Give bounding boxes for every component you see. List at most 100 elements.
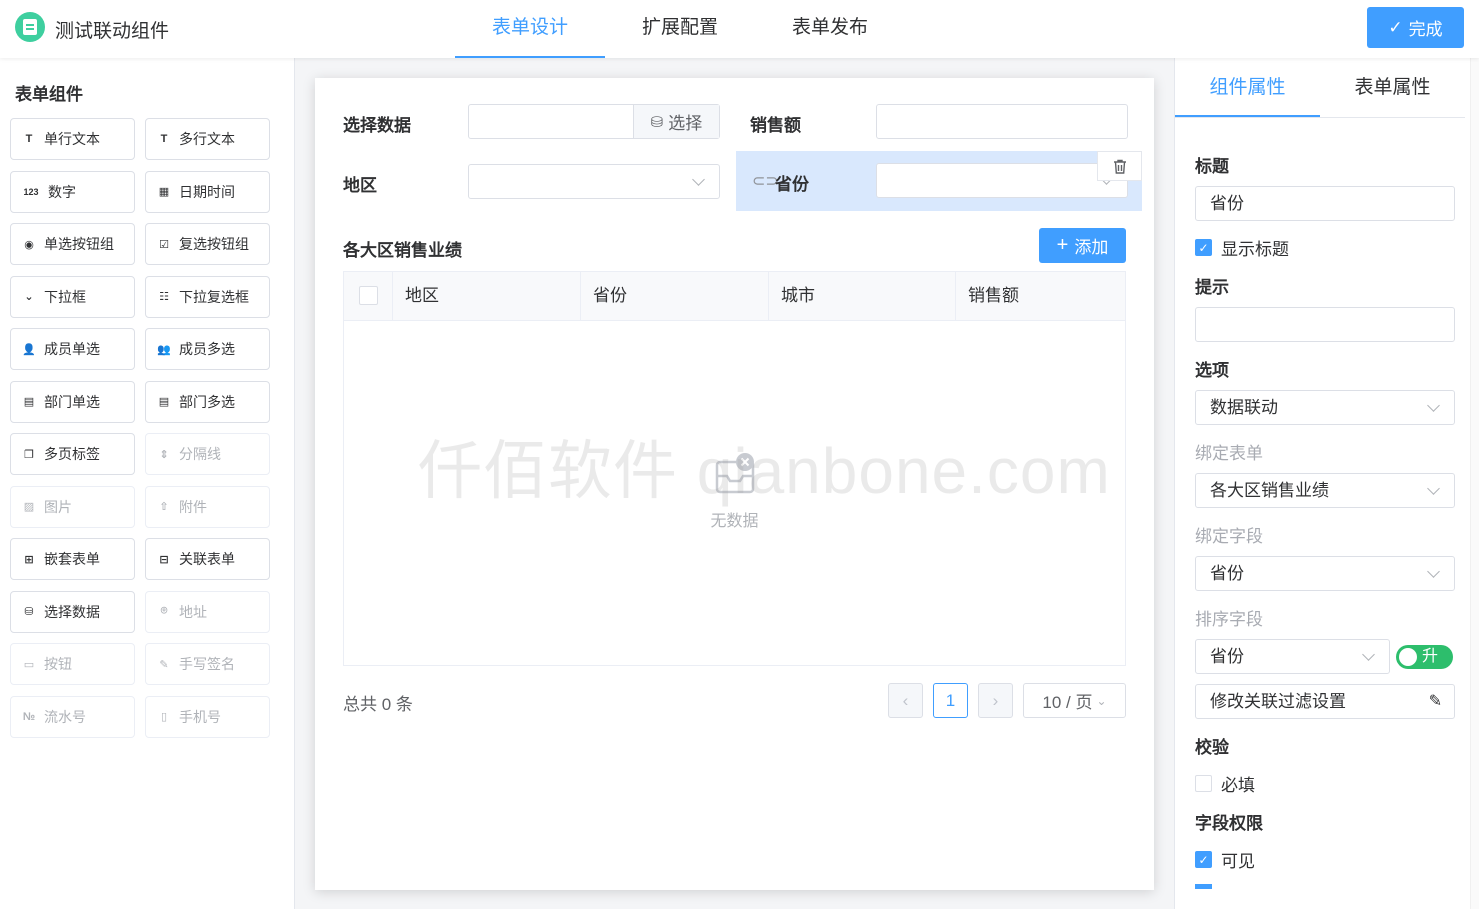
- select-all-checkbox[interactable]: [359, 286, 378, 305]
- signature-icon: ✎: [159, 658, 169, 671]
- checkbox-group-icon: ☑: [159, 238, 169, 251]
- sort-field-select[interactable]: 省份: [1195, 639, 1390, 674]
- tab-component-props[interactable]: 组件属性: [1175, 58, 1320, 117]
- divider-icon: ⇕: [159, 448, 169, 461]
- chevron-down-icon: [1427, 399, 1440, 412]
- visible-label: 可见: [1221, 852, 1255, 871]
- palette-item[interactable]: ☑ 复选按钮组: [145, 223, 270, 265]
- properties-tabs: 组件属性 表单属性: [1175, 58, 1465, 118]
- form-canvas: 选择数据 ⛁ 选择 销售额 地区 ⊂⊃ 省份 各大区销售业绩 + 添加 地区 省…: [315, 78, 1154, 890]
- database-icon: ⛁: [650, 113, 664, 131]
- palette-item[interactable]: ▭ 按钮: [10, 643, 135, 685]
- palette-item[interactable]: T 多行文本: [145, 118, 270, 160]
- check-icon: ✓: [1388, 17, 1403, 37]
- filter-settings-button[interactable]: 修改关联过滤设置 ✎: [1195, 684, 1455, 719]
- bind-field-select[interactable]: 省份: [1195, 556, 1455, 591]
- chevron-down-icon: [1427, 565, 1440, 578]
- visible-checkbox[interactable]: ✓ 可见: [1195, 847, 1255, 872]
- dropdown-icon: ⌄: [24, 291, 34, 303]
- palette-item[interactable]: № 流水号: [10, 695, 135, 738]
- palette-item[interactable]: ⊟ 关联表单: [145, 538, 270, 580]
- subtable: 地区 省份 城市 销售额 无数据: [343, 271, 1126, 666]
- options-select[interactable]: 数据联动: [1195, 390, 1455, 425]
- selected-province-field[interactable]: ⊂⊃ 省份: [736, 151, 1142, 211]
- panel-scrollbar[interactable]: [1470, 58, 1479, 909]
- palette-item[interactable]: ⊞ 嵌套表单: [10, 538, 135, 580]
- page-size-label: 10 / 页: [1042, 693, 1093, 712]
- component-palette: 表单组件 T 单行文本 T 多行文本 123 数字 ▦ 日期时间 ◉ 单选按钮组 ☑ 复选按钮组 ⌄ 下拉…: [0, 58, 295, 909]
- palette-item[interactable]: ◉ 单选按钮组: [10, 223, 135, 265]
- finish-button[interactable]: ✓ 完成: [1367, 7, 1464, 48]
- title-prop-input[interactable]: 省份: [1195, 186, 1455, 221]
- tab-extension-config[interactable]: 扩展配置: [605, 0, 755, 58]
- show-title-label: 显示标题: [1221, 240, 1289, 259]
- add-row-button[interactable]: + 添加: [1039, 228, 1126, 263]
- palette-item-label: 下拉复选框: [179, 288, 249, 305]
- required-checkbox[interactable]: 必填: [1195, 771, 1255, 796]
- options-select-value: 数据联动: [1210, 398, 1278, 417]
- region-label: 地区: [343, 176, 377, 195]
- next-page-button[interactable]: ›: [978, 683, 1013, 718]
- palette-item[interactable]: 👤 成员单选: [10, 328, 135, 370]
- province-select[interactable]: [876, 163, 1128, 198]
- table-header: 地区 省份 城市 销售额: [344, 272, 1125, 321]
- subform-icon: ⊞: [24, 553, 34, 566]
- palette-item-label: 地址: [179, 603, 207, 620]
- prev-page-button[interactable]: ‹: [888, 683, 923, 718]
- page-size-select[interactable]: 10 / 页 ⌄: [1023, 683, 1126, 718]
- delete-field-button[interactable]: [1097, 151, 1142, 181]
- palette-item[interactable]: ▤ 部门单选: [10, 380, 135, 423]
- permission-label: 字段权限: [1195, 814, 1263, 833]
- upload-icon: ⇧: [159, 501, 169, 513]
- chevron-down-icon: [1362, 648, 1375, 661]
- palette-item[interactable]: ▨ 图片: [10, 485, 135, 528]
- palette-item[interactable]: ⇧ 附件: [145, 485, 270, 528]
- radio-icon: ◉: [24, 238, 34, 251]
- bind-form-select[interactable]: 各大区销售业绩: [1195, 473, 1455, 508]
- palette-item[interactable]: ▯ 手机号: [145, 695, 270, 738]
- palette-item[interactable]: 👥 成员多选: [145, 328, 270, 370]
- users-icon: 👥: [157, 343, 171, 356]
- sort-order-toggle[interactable]: 升: [1396, 645, 1453, 669]
- palette-item[interactable]: ⛁ 选择数据: [10, 590, 135, 633]
- show-title-checkbox[interactable]: ✓ 显示标题: [1195, 235, 1289, 260]
- select-data-label: 选择数据: [343, 116, 411, 135]
- sales-input[interactable]: [876, 104, 1128, 139]
- palette-item-label: 按钮: [44, 656, 72, 672]
- column-header: 城市: [769, 272, 956, 320]
- palette-item[interactable]: T 单行文本: [10, 118, 135, 160]
- tab-form-publish[interactable]: 表单发布: [755, 0, 905, 58]
- palette-item[interactable]: ▦ 日期时间: [145, 170, 270, 213]
- total-count: 总共 0 条: [343, 695, 413, 714]
- hint-prop-input[interactable]: [1195, 307, 1455, 342]
- palette-item[interactable]: ⌾ 地址: [145, 590, 270, 633]
- select-data-input[interactable]: ⛁ 选择: [468, 104, 720, 139]
- department-icon: ▤: [23, 396, 35, 408]
- select-data-button[interactable]: ⛁ 选择: [633, 105, 719, 138]
- dropdown-multi-icon: ☷: [159, 291, 169, 303]
- editable-checkbox-partial[interactable]: [1195, 884, 1212, 889]
- select-all-cell: [344, 272, 393, 320]
- palette-item[interactable]: ☷ 下拉复选框: [145, 275, 270, 318]
- column-header: 销售额: [968, 286, 1019, 305]
- departments-icon: ▤: [158, 396, 170, 408]
- database-icon: ⛁: [24, 606, 34, 618]
- region-select[interactable]: [468, 164, 720, 199]
- empty-state: 无数据: [344, 452, 1125, 531]
- chevron-down-icon: [1427, 482, 1440, 495]
- palette-item[interactable]: ▤ 部门多选: [145, 380, 270, 423]
- checkbox-checked-icon: ✓: [1195, 851, 1212, 868]
- tab-form-design[interactable]: 表单设计: [455, 0, 605, 58]
- tab-form-props[interactable]: 表单属性: [1320, 58, 1465, 117]
- app-logo-icon: [15, 12, 45, 42]
- page-1-button[interactable]: 1: [933, 683, 968, 718]
- palette-item[interactable]: 123 数字: [10, 170, 135, 213]
- palette-item[interactable]: ⌄ 下拉框: [10, 275, 135, 318]
- hint-prop-label: 提示: [1195, 278, 1229, 297]
- palette-item[interactable]: ✎ 手写签名: [145, 643, 270, 685]
- sales-label: 销售额: [750, 116, 801, 135]
- palette-item[interactable]: ❐ 多页标签: [10, 433, 135, 475]
- palette-item-label: 流水号: [44, 708, 86, 725]
- chevron-left-icon: ‹: [902, 690, 909, 710]
- palette-item[interactable]: ⇕ 分隔线: [145, 433, 270, 475]
